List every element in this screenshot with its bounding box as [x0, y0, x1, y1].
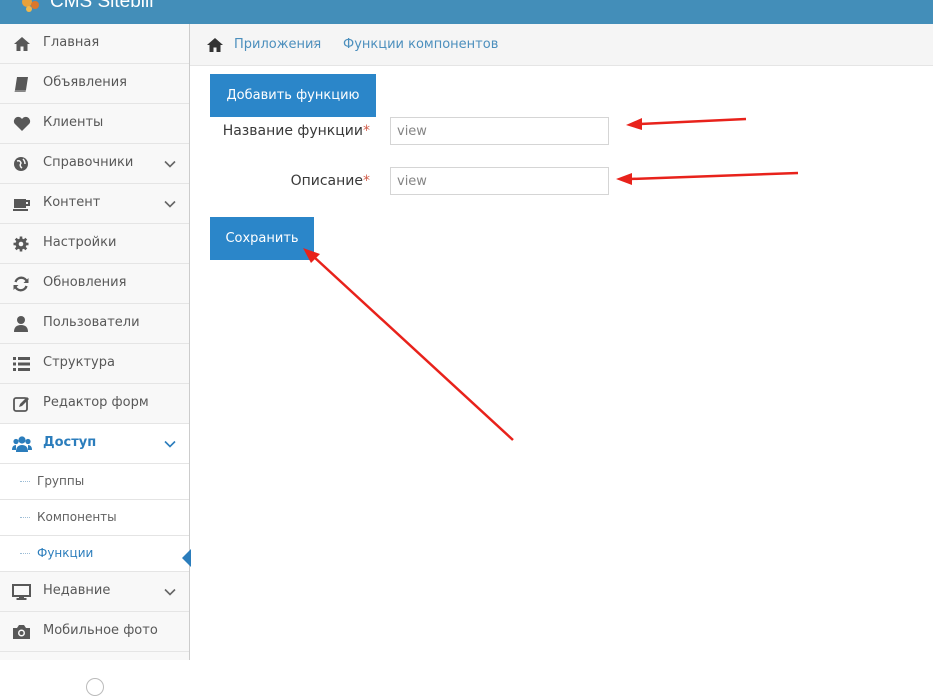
arrow-head-icon — [616, 173, 632, 185]
sidebar-item-label: Контент — [43, 195, 101, 210]
home-icon — [14, 37, 30, 51]
camera-icon — [13, 625, 30, 639]
submenu-item-components[interactable]: Компоненты — [0, 499, 189, 535]
sidebar-collapse-toggle[interactable] — [86, 678, 104, 696]
breadcrumb: Приложения › Функции компонентов — [190, 24, 933, 66]
sidebar-item-label: Клиенты — [43, 115, 104, 130]
sidebar-item-form-editor[interactable]: Редактор форм — [0, 384, 189, 424]
sidebar-item-label: Настройки — [43, 235, 117, 250]
list-icon — [13, 357, 30, 371]
function-name-label: Название функции* — [222, 123, 370, 139]
submenu-item-groups[interactable]: Группы — [0, 464, 189, 499]
breadcrumb-current[interactable]: Функции компонентов — [343, 37, 498, 52]
sidebar-item-label: Структура — [43, 355, 115, 370]
sidebar-item-structure[interactable]: Структура — [0, 344, 189, 384]
sidebar-item-settings[interactable]: Настройки — [0, 224, 189, 264]
sidebar-item-label: Объявления — [43, 75, 127, 90]
sidebar-item-label: Мобильное фото — [43, 623, 158, 638]
description-input[interactable] — [390, 167, 609, 195]
breadcrumb-separator: › — [312, 36, 318, 51]
sidebar-item-label: Доступ — [43, 435, 97, 450]
function-name-input[interactable] — [390, 117, 609, 145]
refresh-icon — [13, 276, 29, 292]
sidebar-item-label: Справочники — [43, 155, 134, 170]
sidebar-item-access[interactable]: Доступ — [0, 424, 189, 464]
sidebar-item-directories[interactable]: Справочники — [0, 144, 189, 184]
sidebar-item-home[interactable]: Главная — [0, 24, 189, 64]
brand-logo-icon — [22, 0, 39, 12]
chevron-down-icon — [164, 440, 176, 448]
description-label: Описание* — [290, 173, 370, 189]
edit-icon — [13, 397, 29, 412]
active-caret-icon — [182, 549, 191, 567]
submenu-item-label: Компоненты — [37, 510, 117, 524]
sidebar-item-content[interactable]: Контент — [0, 184, 189, 224]
sidebar-item-label: Недавние — [43, 583, 111, 598]
sidebar-item-ads[interactable]: Объявления — [0, 64, 189, 104]
chevron-down-icon — [164, 588, 176, 596]
home-icon[interactable] — [206, 37, 224, 53]
sidebar-item-label: Редактор форм — [43, 395, 149, 410]
sidebar-item-label: Главная — [43, 35, 100, 50]
annotation-arrow — [629, 171, 799, 181]
sidebar-item-label: Обновления — [43, 275, 127, 290]
required-mark: * — [363, 173, 370, 189]
sidebar: Главная Объявления Клиенты Справочники К… — [0, 24, 191, 696]
submenu-item-label: Функции — [37, 546, 94, 560]
sidebar-item-users[interactable]: Пользователи — [0, 304, 189, 344]
desktop-icon — [12, 584, 31, 600]
arrow-head-icon — [626, 118, 642, 130]
users-icon — [12, 436, 32, 452]
sidebar-item-clients[interactable]: Клиенты — [0, 104, 189, 144]
sidebar-item-updates[interactable]: Обновления — [0, 264, 189, 304]
heart-icon — [13, 116, 31, 131]
save-button[interactable]: Сохранить — [210, 217, 314, 260]
gear-icon — [13, 236, 29, 252]
breadcrumb-link-apps[interactable]: Приложения — [234, 37, 321, 52]
sidebar-item-mobile-photo[interactable]: Мобильное фото — [0, 612, 189, 652]
submenu-item-functions[interactable]: Функции — [0, 535, 191, 571]
submenu-item-label: Группы — [37, 474, 85, 488]
chevron-down-icon — [164, 200, 176, 208]
user-icon — [14, 316, 28, 332]
globe-icon — [14, 157, 28, 171]
access-submenu: Группы Компоненты Функции — [0, 464, 191, 572]
sidebar-item-recent[interactable]: Недавние — [0, 572, 189, 612]
coffee-icon — [13, 199, 30, 211]
chevron-down-icon — [164, 160, 176, 168]
add-function-button[interactable]: Добавить функцию — [210, 74, 376, 117]
annotation-arrow — [313, 256, 514, 441]
top-navbar: CMS Sitebill — [0, 0, 933, 24]
sidebar-item-label: Пользователи — [43, 315, 140, 330]
required-mark: * — [363, 123, 370, 139]
book-icon — [14, 77, 28, 92]
brand-title[interactable]: CMS Sitebill — [50, 0, 153, 13]
annotation-arrow — [639, 117, 747, 126]
